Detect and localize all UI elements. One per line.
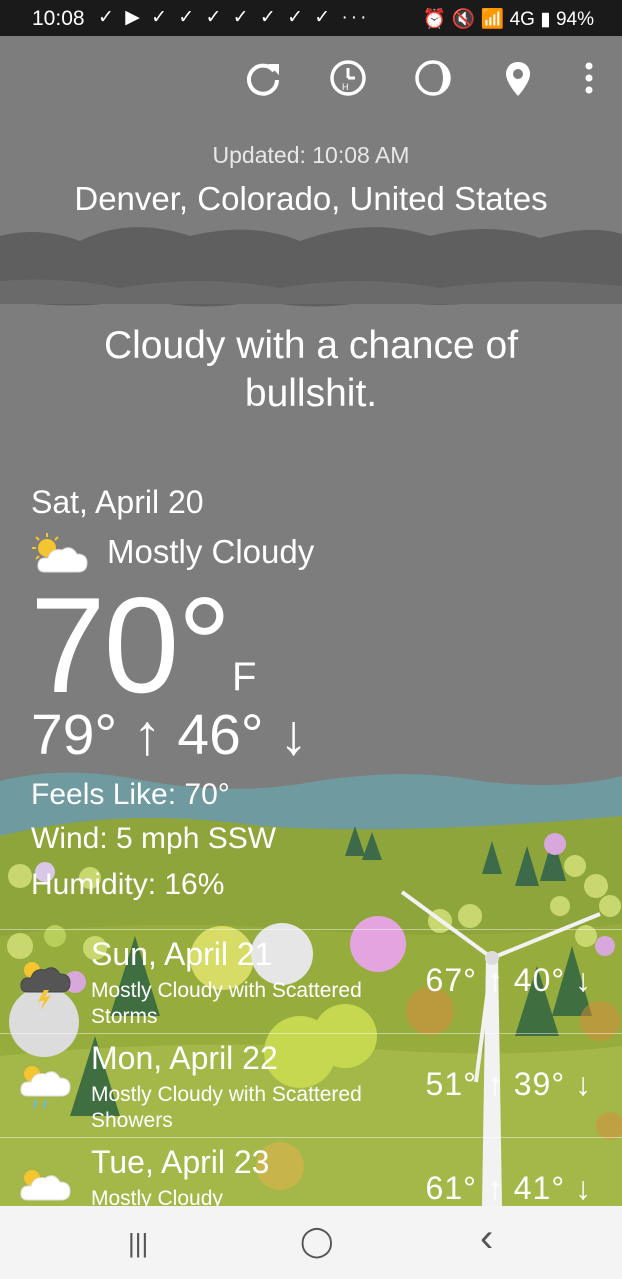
current-temperature: 70° (30, 569, 232, 721)
moon-phase-icon[interactable] (413, 58, 453, 98)
forecast-day: Mon, April 22 (91, 1040, 278, 1076)
refresh-icon[interactable] (243, 58, 283, 98)
forecast-day: Tue, April 23 (91, 1144, 270, 1180)
history-icon[interactable]: H (328, 58, 368, 98)
feels-like: Feels Like: 70° (31, 778, 230, 811)
current-date: Sat, April 20 (31, 484, 204, 520)
forecast-row[interactable]: Tue, April 23 Mostly Cloudy 61° ↑ 41° ↓ (0, 1137, 622, 1207)
forecast-row[interactable]: Mon, April 22 Mostly Cloudy with Scatter… (0, 1033, 622, 1138)
partly-cloudy-icon (20, 1170, 71, 1201)
system-icons: ⏰ 🔇 📶 4G ▮ (422, 9, 551, 30)
current-condition: Mostly Cloudy (107, 533, 315, 570)
forecast-condition: Mostly Cloudy (91, 1187, 223, 1207)
status-right: ⏰ 🔇 📶 4G ▮ 94% (423, 7, 594, 31)
weather-tagline: Cloudy with a chance of bullshit. (103, 324, 519, 415)
location-title[interactable]: Denver, Colorado, United States (0, 180, 622, 218)
battery-percent: 94% (555, 9, 594, 30)
high-low-temperature: 79° ↑ 46° ↓ (31, 703, 308, 767)
home-button[interactable]: ◯ (300, 1224, 334, 1259)
status-time: 10:08 (32, 7, 85, 30)
notification-icons: ✓ ▶ ✓ ✓ ✓ ✓ ✓ ✓ ✓ ··· (98, 7, 370, 28)
forecast-row[interactable]: Sun, April 21 Mostly Cloudy with Scatter… (0, 929, 622, 1034)
storm-icon (20, 962, 71, 1010)
recents-button[interactable]: ||| (128, 1228, 148, 1259)
forecast-day: Sun, April 21 (91, 936, 273, 972)
wind: Wind: 5 mph SSW (31, 822, 277, 855)
svg-text:H: H (342, 82, 349, 92)
forecast-temps: 67° ↑ 40° ↓ (425, 962, 592, 998)
more-vert-icon[interactable] (569, 58, 609, 98)
forecast-condition: Mostly Cloudy with Scattered Storms (91, 979, 362, 1028)
forecast-temps: 51° ↑ 39° ↓ (425, 1066, 592, 1102)
showers-icon (20, 1066, 71, 1109)
location-pin-icon[interactable] (498, 58, 538, 98)
back-button[interactable]: ‹ (480, 1216, 493, 1261)
forecast-temps: 61° ↑ 41° ↓ (425, 1170, 592, 1206)
forecast-condition: Mostly Cloudy with Scattered Showers (91, 1083, 362, 1132)
navigation-bar: ||| ◯ ‹ (0, 1206, 622, 1279)
status-bar: 10:08 ✓ ▶ ✓ ✓ ✓ ✓ ✓ ✓ ✓ ··· ⏰ 🔇 📶 4G ▮ 9… (0, 0, 622, 36)
updated-time: Updated: 10:08 AM (212, 142, 410, 168)
temperature-unit[interactable]: F (232, 655, 256, 700)
humidity: Humidity: 16% (31, 868, 225, 901)
